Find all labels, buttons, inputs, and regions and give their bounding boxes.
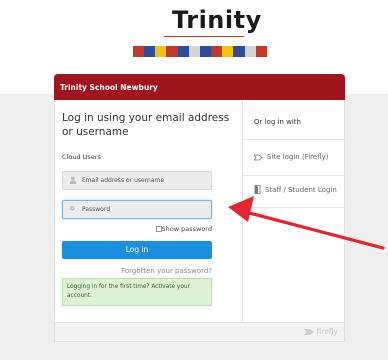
logo-bar-segment [255,46,267,57]
logo-bar-segment [144,46,156,57]
logo-bar-segment [166,46,178,57]
logo-bar-segment [222,46,234,57]
email-field[interactable]: Email address or username [62,171,212,190]
login-form: Log in using your email address or usern… [62,111,235,306]
alt-login-heading: Or log in with [254,118,301,126]
logo-bar-segment [199,46,212,57]
login-title: Log in using your email address or usern… [62,112,230,138]
show-password-checkbox[interactable] [156,226,162,232]
user-icon [69,176,77,184]
site-login-firefly-button[interactable]: Site login (Firefly) [254,153,328,161]
forgot-password-link[interactable]: Forgotten your password? [62,267,212,275]
staff-student-label: Staff / Student Login [265,185,337,194]
site-login-label: Site login (Firefly) [267,153,329,161]
cloud-users-label: Cloud Users [62,153,101,161]
email-placeholder: Email address or username [82,177,165,184]
logo-bar-segment [155,46,167,57]
divider [243,207,345,208]
key-icon [69,205,75,211]
firefly-icon [254,154,263,160]
login-button[interactable]: Log in [62,241,212,259]
divider [243,139,345,140]
show-password-label: Show password [161,225,212,233]
firefly-brand-text: firefly [316,327,338,336]
card-header: Trinity School Newbury [54,74,345,100]
password-placeholder: Password [82,206,111,213]
card-footer: firefly [55,322,344,341]
firefly-brand: firefly [303,327,338,336]
logo-bar-segment [177,46,189,57]
firefly-logo-icon [303,328,314,335]
show-password-toggle[interactable]: Show password [62,225,212,235]
logo-bar-segment [133,46,145,57]
first-time-notice[interactable]: Logging in for the first time? Activate … [62,278,212,306]
login-card: Trinity School Newbury Log in using your… [54,74,345,342]
logo-underline [164,36,244,37]
divider [243,175,345,176]
school-logo: Trinity [0,0,388,72]
logo-bar-segment [211,46,223,57]
pane-divider [242,101,243,323]
password-field[interactable]: Password [62,200,212,219]
logo-bar-segment [233,46,245,57]
logo-wordmark: Trinity [172,6,262,34]
logo-color-bar [133,46,267,57]
logo-bar-segment [188,46,200,57]
logo-bar-segment [244,46,256,57]
door-icon [254,185,261,194]
staff-student-login-button[interactable]: Staff / Student Login [254,185,337,194]
